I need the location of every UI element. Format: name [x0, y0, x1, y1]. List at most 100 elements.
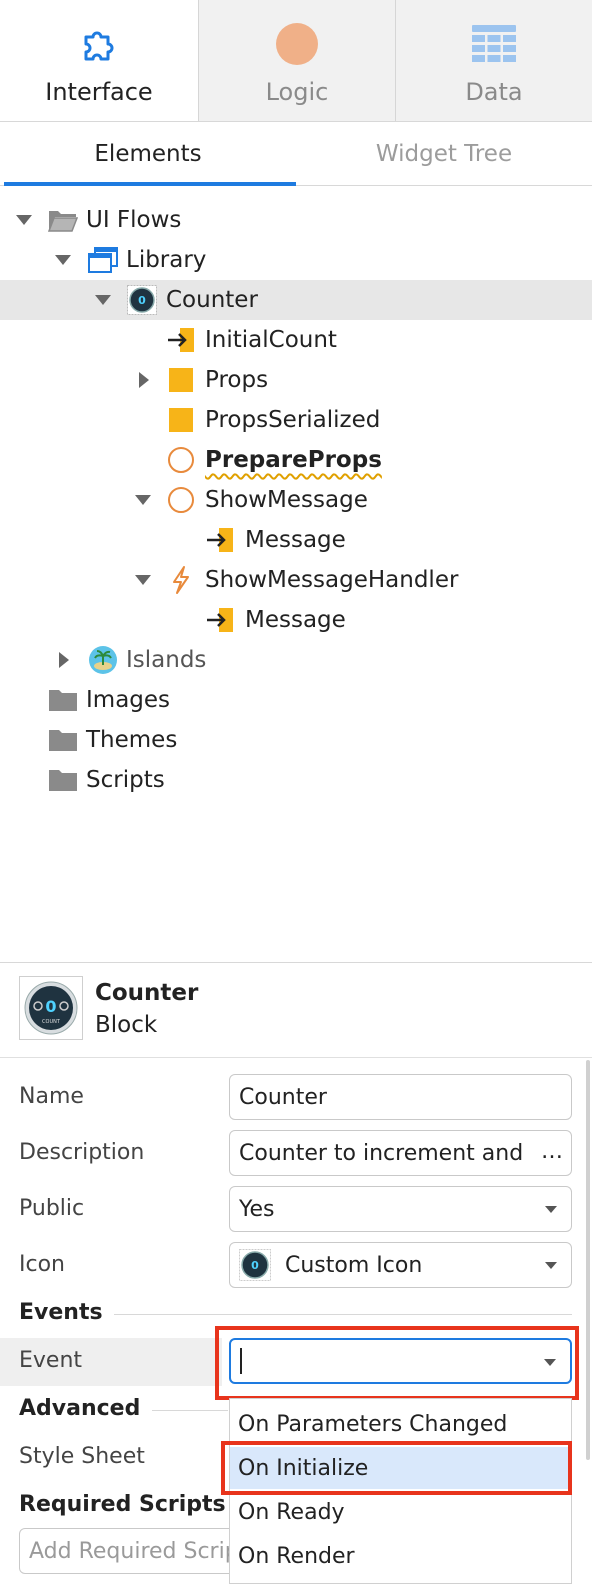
event-option-on-render[interactable]: On Render [230, 1535, 571, 1577]
tree-item-ui-flows[interactable]: UI Flows [0, 200, 592, 240]
description-field[interactable]: Counter to increment and … [229, 1130, 572, 1176]
section-divider [152, 1410, 228, 1411]
block-name: Counter [95, 980, 199, 1006]
tree-label: UI Flows [86, 207, 182, 233]
input-parameter-icon [205, 525, 235, 555]
counter-block-icon: 0 [239, 1249, 271, 1281]
tree-item-counter[interactable]: 0 Counter [0, 280, 592, 320]
data-grid-icon [471, 22, 516, 66]
tab-widget-tree[interactable]: Widget Tree [296, 122, 592, 185]
properties-scrollbar[interactable] [586, 1060, 590, 1460]
tab-interface[interactable]: Interface [0, 0, 198, 121]
lightning-icon [166, 565, 196, 595]
island-icon [88, 645, 118, 675]
tree-item-islands[interactable]: Islands [0, 640, 592, 680]
event-select-highlight [215, 1326, 579, 1400]
event-option-on-parameters-changed[interactable]: On Parameters Changed [230, 1403, 571, 1445]
expand-arrow-icon[interactable] [53, 250, 73, 270]
tree-label: Counter [166, 287, 258, 313]
icon-value: Custom Icon [285, 1252, 423, 1278]
tree-label: Themes [86, 727, 178, 753]
logic-circle-icon [275, 22, 319, 66]
folder-icon [48, 765, 78, 795]
expand-arrow-icon[interactable] [93, 290, 113, 310]
tree-label: ShowMessage [205, 487, 368, 513]
tree-item-show-message[interactable]: ShowMessage [0, 480, 592, 520]
tree-label: PropsSerialized [205, 407, 381, 433]
advanced-section-title: Advanced [19, 1396, 141, 1421]
elements-tree: UI Flows Library 0 Counter InitialCount … [0, 200, 592, 800]
tab-elements[interactable]: Elements [0, 122, 296, 186]
chevron-down-icon [545, 1206, 557, 1213]
collapsed-arrow-icon[interactable] [134, 370, 154, 390]
tab-logic-label: Logic [265, 78, 329, 106]
public-value: Yes [239, 1196, 275, 1222]
tree-label: Message [245, 527, 346, 553]
tree-item-scripts[interactable]: Scripts [0, 760, 592, 800]
name-field[interactable]: Counter [229, 1074, 572, 1120]
panel-divider [0, 962, 592, 963]
tree-label: Scripts [86, 767, 165, 793]
expand-arrow-icon[interactable] [14, 210, 34, 230]
tree-item-props-serialized[interactable]: PropsSerialized [0, 400, 592, 440]
chevron-down-icon [545, 1262, 557, 1269]
tree-item-handler-param[interactable]: Message [0, 600, 592, 640]
icon-select[interactable]: 0 Custom Icon [229, 1242, 572, 1288]
description-value: Counter to increment and [239, 1140, 524, 1166]
client-action-icon [166, 445, 196, 475]
tree-item-show-message-param[interactable]: Message [0, 520, 592, 560]
style-sheet-label: Style Sheet [19, 1444, 145, 1469]
name-label: Name [19, 1084, 84, 1109]
svg-text:0: 0 [138, 294, 146, 307]
tree-item-images[interactable]: Images [0, 680, 592, 720]
header-divider [0, 1057, 592, 1058]
library-icon [88, 245, 118, 275]
client-action-icon [166, 485, 196, 515]
sub-tab-bar: Elements Widget Tree [0, 122, 592, 186]
counter-block-icon: 0 [127, 285, 157, 315]
tree-label: Props [205, 367, 269, 393]
tree-item-show-message-handler[interactable]: ShowMessageHandler [0, 560, 592, 600]
event-option-on-ready[interactable]: On Ready [230, 1491, 571, 1533]
top-tab-bar: Interface Logic Data [0, 0, 592, 122]
local-variable-icon [166, 365, 196, 395]
tab-data[interactable]: Data [394, 0, 592, 121]
name-value: Counter [239, 1084, 327, 1110]
expand-arrow-icon[interactable] [133, 490, 153, 510]
public-label: Public [19, 1196, 85, 1221]
svg-text:0: 0 [251, 1259, 259, 1272]
required-scripts-input[interactable]: Add Required Scripts [19, 1528, 239, 1574]
avatar-text: COUNT [42, 1019, 61, 1025]
counter-block-icon: 0 COUNT [19, 976, 83, 1040]
tree-item-themes[interactable]: Themes [0, 720, 592, 760]
tree-label: PrepareProps [205, 447, 382, 473]
description-ellipsis[interactable]: … [537, 1139, 563, 1164]
tree-label: InitialCount [205, 327, 337, 353]
puzzle-icon [77, 22, 121, 66]
option-highlight [221, 1441, 572, 1495]
tree-item-prepare-props[interactable]: PrepareProps [0, 440, 592, 480]
required-scripts-section-title: Required Scripts [19, 1492, 226, 1517]
tree-label: Message [245, 607, 346, 633]
collapsed-arrow-icon[interactable] [54, 650, 74, 670]
tab-interface-label: Interface [45, 78, 153, 106]
event-label: Event [19, 1348, 83, 1373]
section-divider [114, 1314, 572, 1315]
icon-label: Icon [19, 1252, 65, 1277]
block-type: Block [95, 1012, 158, 1038]
public-select[interactable]: Yes [229, 1186, 572, 1232]
folder-open-icon [48, 205, 78, 235]
tab-logic[interactable]: Logic [197, 0, 395, 121]
tree-item-library[interactable]: Library [0, 240, 592, 280]
block-header: 0 COUNT Counter Block [0, 976, 592, 1046]
tree-item-initial-count[interactable]: InitialCount [0, 320, 592, 360]
tab-data-label: Data [465, 78, 523, 106]
tree-label: Images [86, 687, 171, 713]
tree-item-props[interactable]: Props [0, 360, 592, 400]
local-variable-icon [166, 405, 196, 435]
avatar-digit: 0 [45, 997, 56, 1016]
expand-arrow-icon[interactable] [133, 570, 153, 590]
input-parameter-icon [205, 605, 235, 635]
folder-icon [48, 685, 78, 715]
description-label: Description [19, 1140, 145, 1165]
